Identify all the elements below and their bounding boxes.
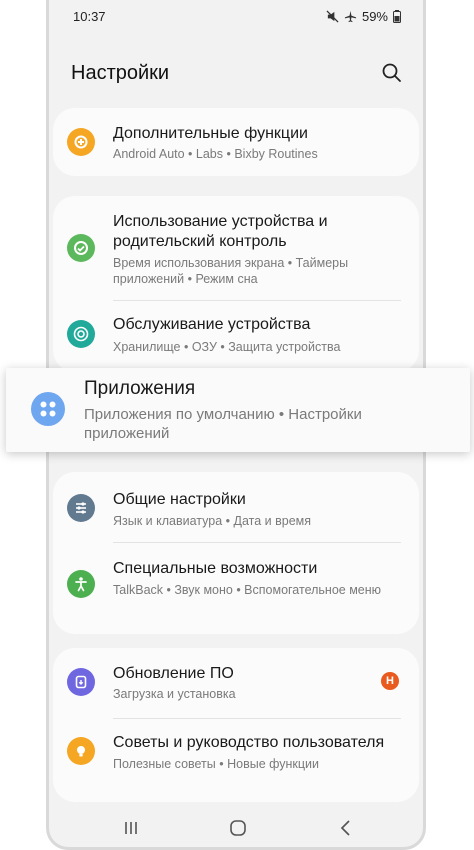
item-subtitle: Время использования экрана • Таймеры при…	[113, 256, 349, 286]
list-item-device-care[interactable]: Обслуживание устройства Хранилище • ОЗУ …	[53, 301, 419, 372]
battery-icon	[393, 10, 401, 23]
item-title: Дополнительные функции	[113, 125, 308, 142]
list-item-advanced-features[interactable]: Дополнительные функции Android Auto • La…	[53, 108, 419, 176]
list-item-digital-wellbeing[interactable]: Использование устройства и родительский …	[53, 196, 419, 300]
list-item-tips[interactable]: Советы и руководство пользователя Полезн…	[53, 719, 419, 789]
highlight-subtitle: Приложения по умолчанию • Настройки прил…	[84, 406, 362, 442]
status-icons: 59%	[326, 9, 401, 24]
item-subtitle: TalkBack • Звук моно • Вспомогательное м…	[113, 583, 382, 597]
plus-gear-icon	[67, 128, 95, 156]
list-item-general-management[interactable]: Общие настройки Язык и клавиатура • Дата…	[53, 472, 419, 542]
back-icon[interactable]	[339, 819, 353, 837]
mute-icon	[326, 10, 339, 23]
settings-card-advanced: Дополнительные функции Android Auto • La…	[53, 108, 419, 176]
status-bar: 10:37 59%	[49, 6, 423, 26]
home-icon[interactable]	[229, 819, 247, 837]
update-badge: H	[381, 672, 399, 690]
list-item-accessibility[interactable]: Специальные возможности TalkBack • Звук …	[53, 543, 419, 634]
item-title: Специальные возможности	[113, 560, 318, 577]
digital-wellbeing-icon	[67, 234, 95, 262]
accessibility-icon	[67, 570, 95, 598]
item-subtitle: Загрузка и установка	[113, 687, 236, 701]
apps-grid-icon	[31, 392, 65, 426]
search-icon	[382, 63, 401, 82]
battery-percent: 59%	[361, 9, 388, 24]
recents-icon[interactable]	[123, 820, 139, 836]
sliders-icon	[67, 494, 95, 522]
item-title: Общие настройки	[113, 491, 246, 508]
settings-card-general: Общие настройки Язык и клавиатура • Дата…	[53, 472, 419, 634]
software-update-icon	[67, 668, 95, 696]
device-care-icon	[67, 320, 95, 348]
settings-card-updates: Обновление ПО Загрузка и установка H Сов…	[53, 648, 419, 802]
item-subtitle: Язык и клавиатура • Дата и время	[113, 514, 312, 528]
settings-card-device: Использование устройства и родительский …	[53, 196, 419, 372]
item-subtitle: Android Auto • Labs • Bixby Routines	[113, 147, 318, 161]
airplane-icon	[344, 10, 357, 23]
item-subtitle: Хранилище • ОЗУ • Защита устройства	[113, 340, 341, 354]
tips-bulb-icon	[67, 737, 95, 765]
highlight-title: Приложения	[84, 378, 196, 399]
highlighted-apps-item[interactable]: Приложения Приложения по умолчанию • Нас…	[6, 368, 470, 452]
status-time: 10:37	[73, 9, 106, 24]
item-title: Использование устройства и родительский …	[113, 213, 328, 250]
list-item-software-update[interactable]: Обновление ПО Загрузка и установка H	[53, 648, 419, 718]
item-title: Обновление ПО	[113, 665, 234, 682]
item-title: Обслуживание устройства	[113, 316, 311, 333]
item-title: Советы и руководство пользователя	[113, 734, 385, 751]
navigation-bar	[49, 806, 423, 847]
search-button[interactable]	[381, 62, 405, 86]
page-title: Настройки	[71, 62, 170, 84]
item-subtitle: Полезные советы • Новые функции	[113, 757, 320, 771]
